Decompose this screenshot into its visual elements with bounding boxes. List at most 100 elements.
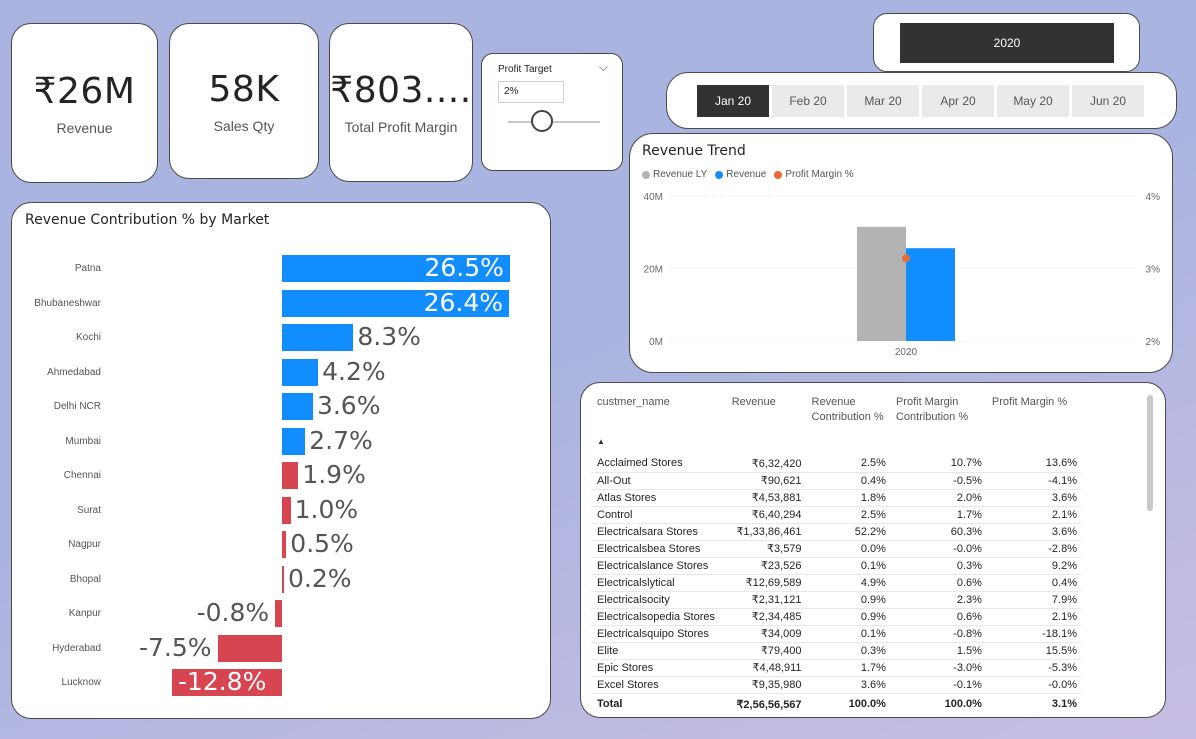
market-bar[interactable] xyxy=(282,462,299,489)
market-label: Kochi xyxy=(75,332,101,343)
profit-target-slicer[interactable]: Profit Target ⌵ 2% xyxy=(481,53,623,171)
table-cell: -18.1% xyxy=(985,625,1081,643)
table-cell: ₹2,31,121 xyxy=(725,591,806,609)
market-bar-row: Delhi NCR 3.6% xyxy=(12,391,552,421)
table-cell: ₹12,69,589 xyxy=(725,574,806,592)
table-cell: Elite xyxy=(591,642,726,660)
table-cell: All-Out xyxy=(591,472,726,490)
market-label: Lucknow xyxy=(61,677,101,688)
market-bar[interactable] xyxy=(282,358,319,386)
table-cell: 1.8% xyxy=(805,489,890,507)
table-row[interactable]: Electricalsara Stores ₹1,33,86,461 52.2% 60… xyxy=(591,523,1081,541)
market-contribution-chart: Revenue Contribution % by Market Patna 26… xyxy=(11,202,551,719)
table-cell: 0.1% xyxy=(805,625,890,643)
month-button-mar-20[interactable]: Mar 20 xyxy=(847,85,919,117)
table-total-cell: 100.0% xyxy=(889,692,986,715)
table-row[interactable]: Electricalsopedia Stores ₹2,34,485 0.9% 0.6… xyxy=(591,608,1081,626)
table-row[interactable]: Electricalsocity ₹2,31,121 0.9% 2.3% 7.9% xyxy=(591,591,1081,609)
market-bar[interactable] xyxy=(275,600,282,627)
table-cell: ₹2,34,485 xyxy=(725,608,806,626)
table-cell: -2.8% xyxy=(985,540,1081,558)
table-row[interactable]: Excel Stores ₹9,35,980 3.6% -0.1% -0.0% xyxy=(591,676,1081,694)
market-bar-row: Kanpur -0.8% xyxy=(12,598,552,628)
month-button-jun-20[interactable]: Jun 20 xyxy=(1072,85,1144,117)
y-axis-tick-label: 20M xyxy=(644,265,663,276)
table-cell: ₹1,33,86,461 xyxy=(725,523,806,541)
revenue-bar[interactable] xyxy=(906,248,955,341)
table-cell: 7.9% xyxy=(985,591,1081,609)
table-cell: 0.3% xyxy=(889,557,986,575)
market-bar-value: -12.8% xyxy=(177,667,267,696)
table-row[interactable]: Epic Stores ₹4,48,911 1.7% -3.0% -5.3% xyxy=(591,659,1081,677)
table-cell: 2.0% xyxy=(889,489,986,507)
table-cell: 2.5% xyxy=(805,506,890,524)
table-cell: Electricalslytical xyxy=(591,574,726,592)
col-header-customer[interactable]: custmer_name ▲ xyxy=(591,395,726,455)
table-cell: 0.1% xyxy=(805,557,890,575)
table-row[interactable]: Electricalslance Stores ₹23,526 0.1% 0.3% 9.… xyxy=(591,557,1081,575)
profit-target-input[interactable]: 2% xyxy=(498,81,564,103)
col-header-customer-label: custmer_name xyxy=(597,396,670,408)
col-header-profit-margin-contribution[interactable]: Profit Margin Contribution % xyxy=(890,395,986,455)
table-row[interactable]: All-Out ₹90,621 0.4% -0.5% -4.1% xyxy=(591,472,1081,490)
month-button-apr-20[interactable]: Apr 20 xyxy=(922,85,994,117)
market-bar[interactable] xyxy=(282,393,313,420)
month-button-may-20[interactable]: May 20 xyxy=(997,85,1069,117)
revenue-ly-bar[interactable] xyxy=(857,226,906,341)
table-cell: ₹34,009 xyxy=(725,625,806,643)
x-axis-tick-label: 2020 xyxy=(895,347,918,358)
month-button-jan-20[interactable]: Jan 20 xyxy=(697,85,769,117)
table-row[interactable]: Electricalsbea Stores ₹3,579 0.0% -0.0% -2.8… xyxy=(591,540,1081,558)
table-cell: 60.3% xyxy=(889,523,986,541)
sales-qty-kpi-card[interactable]: 58K Sales Qty xyxy=(169,23,319,179)
table-scrollbar[interactable] xyxy=(1147,395,1153,511)
table-total-cell: 100.0% xyxy=(805,692,890,715)
market-bar-row: Kochi 8.3% xyxy=(12,322,552,352)
market-bar-row: Ahmedabad 4.2% xyxy=(12,357,552,387)
profit-margin-point[interactable] xyxy=(902,254,910,263)
table-cell: 10.7% xyxy=(889,455,986,473)
table-cell: Electricalsocity xyxy=(591,591,726,609)
market-bar[interactable] xyxy=(282,427,306,455)
market-bar[interactable] xyxy=(217,634,282,662)
table-total-cell: Total xyxy=(591,692,726,715)
table-cell: Excel Stores xyxy=(591,676,726,694)
market-bar[interactable] xyxy=(282,324,354,351)
market-bar[interactable] xyxy=(282,496,291,524)
revenue-kpi-card[interactable]: ₹26M Revenue xyxy=(11,23,158,183)
table-row[interactable]: Atlas Stores ₹4,53,881 1.8% 2.0% 3.6% xyxy=(591,489,1081,507)
market-bar[interactable] xyxy=(282,531,287,558)
market-bar-value: 26.4% xyxy=(423,287,504,317)
month-button-feb-20[interactable]: Feb 20 xyxy=(772,85,844,117)
table-cell: Electricalsbea Stores xyxy=(591,540,726,558)
market-bar[interactable] xyxy=(282,565,284,593)
profit-target-slider-handle[interactable] xyxy=(531,110,553,132)
profit-target-slider-track[interactable] xyxy=(508,121,600,123)
year-2020-button[interactable]: 2020 xyxy=(900,23,1114,63)
table-row[interactable]: Electricalslytical ₹12,69,589 4.9% 0.6% 0.4% xyxy=(591,574,1081,592)
table-row[interactable]: Electricalsquipo Stores ₹34,009 0.1% -0.8% -… xyxy=(591,625,1081,643)
table-total-cell: 3.1% xyxy=(985,692,1081,715)
table-cell: ₹4,53,881 xyxy=(725,489,806,507)
table-row[interactable]: Acclaimed Stores ₹6,32,420 2.5% 10.7% 13.6% xyxy=(591,455,1081,473)
table-row[interactable]: Control ₹6,40,294 2.5% 1.7% 2.1% xyxy=(591,506,1081,524)
table-cell: -3.0% xyxy=(889,659,986,677)
y-axis-tick-label: 40M xyxy=(644,192,663,203)
chevron-down-icon[interactable]: ⌵ xyxy=(599,60,608,75)
table-cell: Electricalsquipo Stores xyxy=(591,625,726,643)
col-header-revenue[interactable]: Revenue xyxy=(726,395,806,455)
table-cell: 3.6% xyxy=(985,523,1081,541)
market-label: Kanpur xyxy=(68,608,101,619)
table-cell: ₹4,48,911 xyxy=(725,659,806,677)
col-header-profit-margin[interactable]: Profit Margin % xyxy=(986,395,1081,455)
profit-margin-kpi-card[interactable]: ₹803.... Total Profit Margin xyxy=(329,23,473,182)
col-header-revenue-contribution[interactable]: Revenue Contribution % xyxy=(806,395,890,455)
table-row[interactable]: Elite ₹79,400 0.3% 1.5% 15.5% xyxy=(591,642,1081,660)
y2-axis-tick-label: 3% xyxy=(1146,265,1161,276)
table-cell: Epic Stores xyxy=(591,659,726,677)
table-cell: 0.9% xyxy=(805,591,890,609)
y2-axis-tick-label: 2% xyxy=(1146,337,1161,348)
table-cell: 15.5% xyxy=(985,642,1081,660)
market-bar-row: Surat 1.0% xyxy=(12,495,552,525)
market-label: Chennai xyxy=(63,470,101,481)
